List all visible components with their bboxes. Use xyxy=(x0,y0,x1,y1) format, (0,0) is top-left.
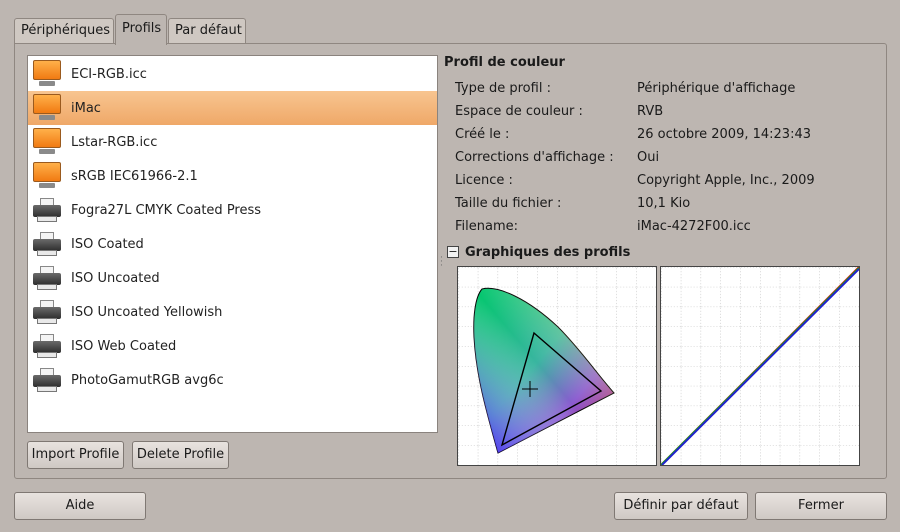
set-default-button[interactable]: Définir par défaut xyxy=(614,492,748,520)
profile-name: ECI-RGB.icc xyxy=(71,66,147,82)
detail-value: Oui xyxy=(637,150,660,165)
detail-value: 26 octobre 2009, 14:23:43 xyxy=(637,127,812,142)
profile-list[interactable]: ECI-RGB.icc iMac Lstar-RGB.icc sRGB IEC6196… xyxy=(27,55,438,433)
detail-label: Filename: xyxy=(455,219,519,234)
detail-label: Taille du fichier : xyxy=(455,196,562,211)
profile-list-item[interactable]: ISO Coated xyxy=(28,227,437,261)
profile-name: Fogra27L CMYK Coated Press xyxy=(71,202,262,218)
tab-label: Profils xyxy=(122,21,162,36)
monitor-icon xyxy=(32,93,66,123)
tab-label: Périphériques xyxy=(21,23,111,38)
printer-icon xyxy=(32,229,66,259)
detail-label: Licence : xyxy=(455,173,513,188)
profile-list-item[interactable]: Fogra27L CMYK Coated Press xyxy=(28,193,437,227)
button-label: Import Profile xyxy=(31,447,120,462)
detail-label: Type de profil : xyxy=(455,81,551,96)
profile-list-item[interactable]: ECI-RGB.icc xyxy=(28,57,437,91)
detail-label: Créé le : xyxy=(455,127,510,142)
button-label: Définir par défaut xyxy=(623,498,739,513)
printer-icon xyxy=(32,331,66,361)
printer-icon xyxy=(32,195,66,225)
collapse-icon: − xyxy=(448,245,458,258)
profile-list-item[interactable]: sRGB IEC61966-2.1 xyxy=(28,159,437,193)
profile-name: ISO Web Coated xyxy=(71,338,177,354)
printer-icon xyxy=(32,263,66,293)
monitor-icon xyxy=(32,161,66,191)
button-label: Aide xyxy=(65,498,95,513)
tab-panel: ECI-RGB.icc iMac Lstar-RGB.icc sRGB IEC6196… xyxy=(14,43,887,479)
tab-peripheriques[interactable]: Périphériques xyxy=(14,18,114,44)
detail-label: Corrections d'affichage : xyxy=(455,150,614,165)
delete-profile-button[interactable]: Delete Profile xyxy=(132,441,229,469)
printer-icon xyxy=(32,297,66,327)
detail-value: iMac-4272F00.icc xyxy=(637,219,751,234)
detail-label: Espace de couleur : xyxy=(455,104,583,119)
profile-details-title: Profil de couleur xyxy=(444,55,565,70)
printer-icon xyxy=(32,365,66,395)
profile-name: ISO Uncoated Yellowish xyxy=(71,304,223,320)
profile-name: iMac xyxy=(71,100,101,116)
tone-curve-graph xyxy=(660,266,860,466)
tab-label: Par défaut xyxy=(175,23,242,38)
button-label: Fermer xyxy=(798,498,844,513)
profile-list-item[interactable]: ISO Uncoated Yellowish xyxy=(28,295,437,329)
tab-profils[interactable]: Profils xyxy=(115,14,167,45)
tab-par-defaut[interactable]: Par défaut xyxy=(168,18,246,44)
cie-gamut-graph xyxy=(457,266,657,466)
profile-name: Lstar-RGB.icc xyxy=(71,134,158,150)
graphs-collapse-toggle[interactable]: − xyxy=(447,246,459,258)
close-button[interactable]: Fermer xyxy=(755,492,887,520)
graphs-title: Graphiques des profils xyxy=(465,245,631,260)
profile-list-item[interactable]: PhotoGamutRGB avg6c xyxy=(28,363,437,397)
cie-gamut-svg xyxy=(458,267,656,465)
detail-value: 10,1 Kio xyxy=(637,196,691,211)
import-profile-button[interactable]: Import Profile xyxy=(27,441,124,469)
profile-name: sRGB IEC61966-2.1 xyxy=(71,168,198,184)
profile-list-item[interactable]: iMac xyxy=(28,91,437,125)
monitor-icon xyxy=(32,127,66,157)
tone-curve-svg xyxy=(660,266,860,466)
profile-name: PhotoGamutRGB avg6c xyxy=(71,372,224,388)
profile-name: ISO Coated xyxy=(71,236,144,252)
monitor-icon xyxy=(32,59,66,89)
button-label: Delete Profile xyxy=(136,447,225,462)
profile-list-item[interactable]: Lstar-RGB.icc xyxy=(28,125,437,159)
detail-value: RVB xyxy=(637,104,664,119)
pane-resize-handle[interactable]: · · · xyxy=(440,254,444,271)
profile-list-item[interactable]: ISO Web Coated xyxy=(28,329,437,363)
detail-value: Copyright Apple, Inc., 2009 xyxy=(637,173,815,188)
help-button[interactable]: Aide xyxy=(14,492,146,520)
profile-list-item[interactable]: ISO Uncoated xyxy=(28,261,437,295)
profile-name: ISO Uncoated xyxy=(71,270,160,286)
detail-value: Périphérique d'affichage xyxy=(637,81,796,96)
